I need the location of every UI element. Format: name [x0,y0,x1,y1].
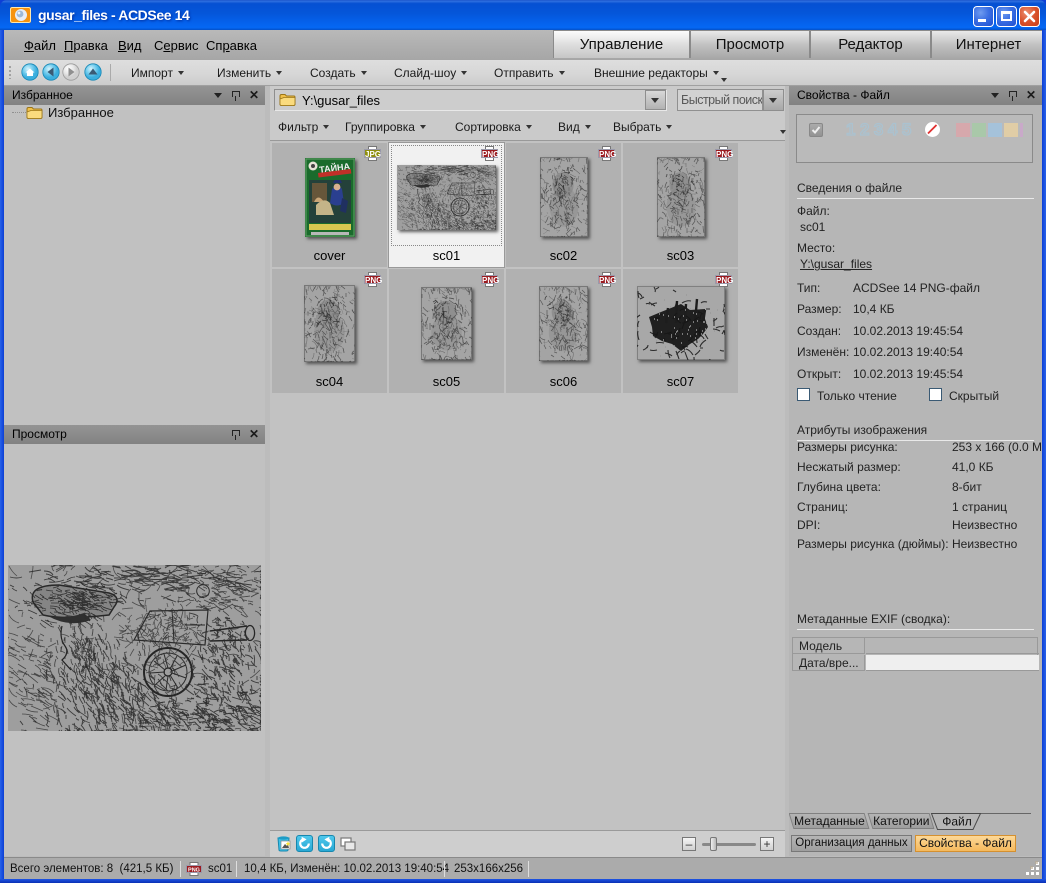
svg-text:PNG: PNG [188,868,200,874]
svg-text:Файл: Файл [942,815,972,829]
